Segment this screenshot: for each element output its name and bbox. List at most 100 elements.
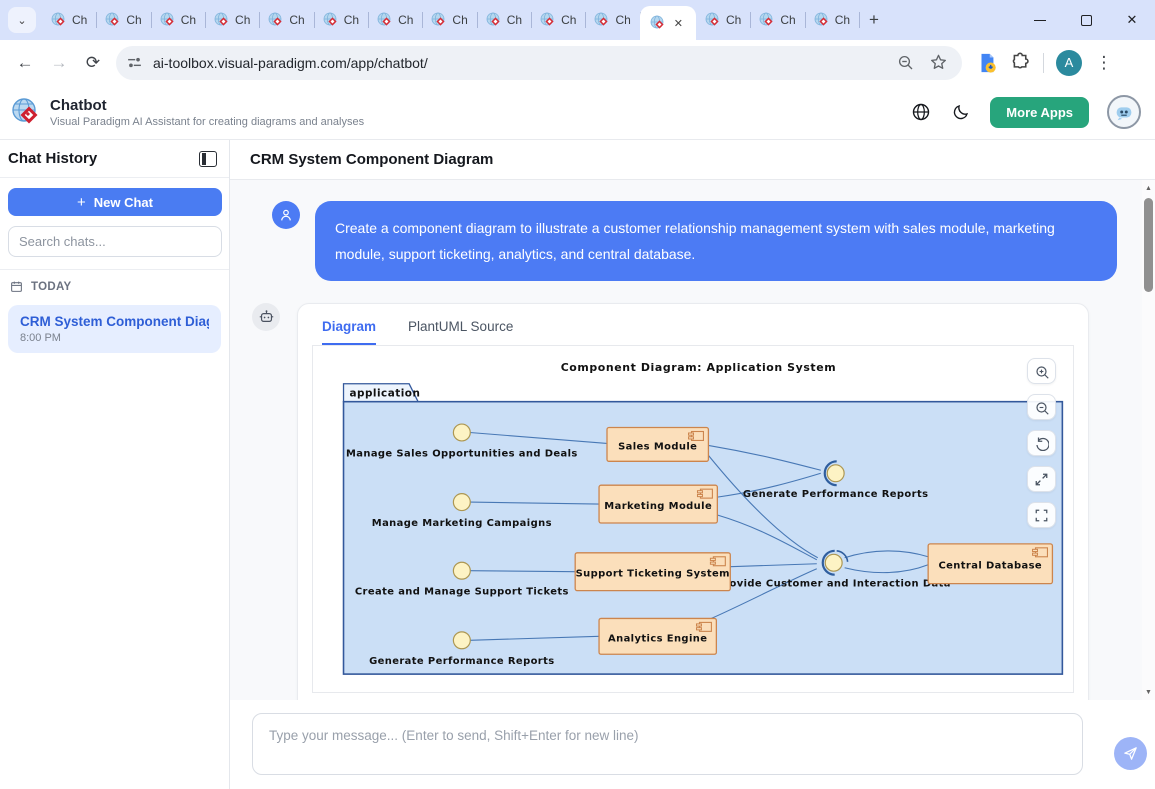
browser-toolbar: ← → ⟳ ai-toolbox.visual-paradigm.com/app…: [0, 40, 1155, 85]
tab-favicon-icon: [814, 12, 830, 28]
chat-history-item[interactable]: CRM System Component Diagr... 8:00 PM: [8, 305, 221, 353]
diagram-zoom-controls: [1027, 358, 1056, 528]
bot-avatar-icon: [252, 303, 280, 331]
browser-tab[interactable]: Ch: [42, 0, 96, 40]
chatbot-avatar-icon[interactable]: [1107, 95, 1141, 129]
reload-button[interactable]: ⟳: [76, 46, 110, 80]
tab-favicon-icon: [759, 12, 775, 28]
tab-label: Ch: [780, 13, 795, 27]
diagram-title: Component Diagram: Application System: [561, 361, 837, 374]
app-subtitle: Visual Paradigm AI Assistant for creatin…: [50, 116, 364, 128]
section-label: TODAY: [31, 281, 72, 293]
tab-close-icon[interactable]: ✕: [671, 16, 686, 31]
conversation-title: CRM System Component Diagram: [250, 151, 493, 168]
expand-button[interactable]: [1027, 466, 1056, 492]
search-chats-input[interactable]: [8, 226, 222, 257]
maximize-icon: [1081, 15, 1092, 26]
scrollbar-thumb[interactable]: [1144, 198, 1153, 292]
tab-diagram[interactable]: Diagram: [322, 319, 376, 345]
toolbar-right-icons: A ⋮: [976, 46, 1114, 80]
scroll-up-arrow[interactable]: ▲: [1142, 182, 1155, 194]
sidebar-divider: [0, 269, 229, 270]
fullscreen-button[interactable]: [1027, 502, 1056, 528]
collapse-sidebar-icon[interactable]: [199, 151, 217, 167]
message-input[interactable]: [252, 713, 1083, 775]
window-maximize-button[interactable]: [1063, 0, 1109, 40]
url-bar[interactable]: ai-toolbox.visual-paradigm.com/app/chatb…: [116, 46, 962, 80]
tab-favicon-icon: [486, 12, 502, 28]
tab-search-chevron[interactable]: ⌄: [8, 7, 36, 33]
user-message-bubble: Create a component diagram to illustrate…: [315, 201, 1117, 281]
browser-tab[interactable]: Ch: [531, 0, 585, 40]
send-paper-plane-icon: [1122, 745, 1139, 762]
new-tab-button[interactable]: +: [859, 8, 889, 32]
browser-tab[interactable]: Ch: [696, 0, 750, 40]
url-text[interactable]: ai-toolbox.visual-paradigm.com/app/chatb…: [153, 55, 897, 71]
component-label: Central Database: [938, 561, 1042, 572]
app-header: Chatbot Visual Paradigm AI Assistant for…: [0, 85, 1155, 140]
tab-plantuml-source[interactable]: PlantUML Source: [408, 319, 513, 345]
download-doc-icon[interactable]: [976, 52, 998, 74]
zoom-out-button[interactable]: [1027, 394, 1056, 420]
reset-icon: [1034, 436, 1049, 451]
component-icon: [696, 624, 701, 626]
component-icon: [689, 437, 694, 439]
window-close-button[interactable]: ✕: [1109, 0, 1155, 40]
browser-tab[interactable]: Ch: [96, 0, 150, 40]
browser-menu-button[interactable]: ⋮: [1094, 46, 1114, 80]
reset-button[interactable]: [1027, 430, 1056, 456]
new-chat-button[interactable]: + New Chat: [8, 188, 222, 216]
bookmark-star-icon[interactable]: [929, 53, 948, 72]
zoom-out-page-icon[interactable]: [897, 54, 915, 72]
send-button[interactable]: [1114, 737, 1147, 770]
browser-tab[interactable]: Ch: [585, 0, 639, 40]
tab-favicon-icon: [105, 12, 121, 28]
browser-tab[interactable]: Ch: [477, 0, 531, 40]
messages-scrollbar[interactable]: ▲ ▼: [1142, 180, 1155, 700]
zoom-out-icon: [1034, 400, 1049, 415]
toolbar-separator: [1043, 53, 1044, 73]
fullscreen-icon: [1034, 508, 1049, 523]
interface-ball: [453, 632, 470, 649]
component-label: Sales Module: [618, 441, 697, 452]
browser-tab[interactable]: Ch: [368, 0, 422, 40]
dark-mode-moon-icon[interactable]: [950, 101, 972, 123]
component-label: Support Ticketing System: [576, 569, 730, 580]
component-icon: [710, 558, 715, 560]
component-icon: [697, 494, 702, 496]
back-button[interactable]: ←: [8, 46, 42, 80]
browser-tab[interactable]: Ch: [422, 0, 476, 40]
language-globe-icon[interactable]: [910, 101, 932, 123]
browser-tab[interactable]: Ch: [205, 0, 259, 40]
interface-ball: [827, 465, 844, 482]
browser-tab[interactable]: Ch: [259, 0, 313, 40]
extensions-puzzle-icon[interactable]: [1010, 52, 1031, 73]
profile-avatar[interactable]: A: [1056, 50, 1082, 76]
tab-label: Ch: [181, 13, 196, 27]
tab-favicon-icon: [705, 12, 721, 28]
browser-tab[interactable]: Ch: [151, 0, 205, 40]
forward-button[interactable]: →: [42, 46, 76, 80]
zoom-in-button[interactable]: [1027, 358, 1056, 384]
browser-tab[interactable]: Ch: [805, 0, 859, 40]
browser-tab-active[interactable]: ✕: [640, 6, 696, 40]
scroll-down-arrow[interactable]: ▼: [1142, 686, 1155, 698]
browser-tab-strip: ⌄ ChChChChChChChChChChCh✕ChChCh + ✕: [0, 0, 1155, 40]
window-minimize-button[interactable]: [1017, 0, 1063, 40]
tab-favicon-icon: [51, 12, 67, 28]
component-icon: [1033, 553, 1038, 555]
browser-tab[interactable]: Ch: [314, 0, 368, 40]
conversation-header: CRM System Component Diagram: [230, 140, 1155, 180]
interface-label: Generate Performance Reports: [369, 656, 555, 667]
tab-label: Ch: [726, 13, 741, 27]
zoom-in-icon: [1034, 364, 1049, 379]
component-icon: [1033, 549, 1038, 551]
diagram-viewport[interactable]: Component Diagram: Application Systemapp…: [312, 345, 1074, 693]
tab-favicon-icon: [594, 12, 610, 28]
browser-tab[interactable]: Ch: [750, 0, 804, 40]
site-settings-tune-icon[interactable]: [126, 54, 143, 71]
component-icon: [696, 628, 701, 630]
component-label: Marketing Module: [604, 501, 712, 512]
more-apps-button[interactable]: More Apps: [990, 97, 1089, 128]
plus-icon: +: [77, 194, 86, 211]
